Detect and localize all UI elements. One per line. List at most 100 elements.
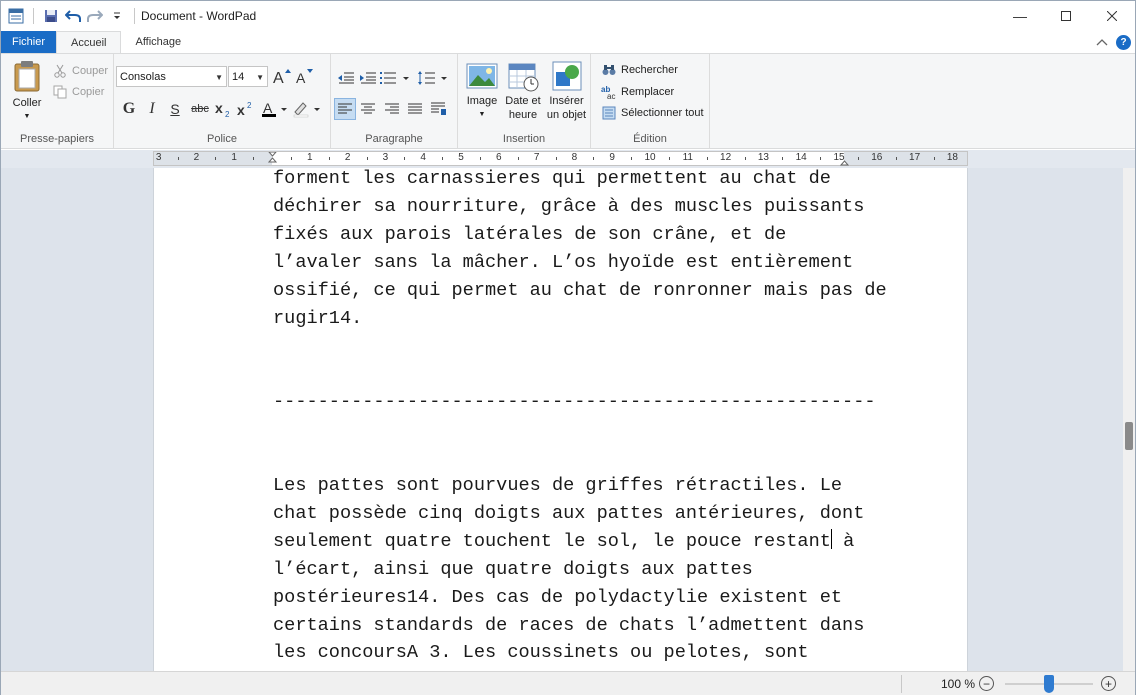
bullet-list-button[interactable]: [379, 67, 413, 89]
text-line: ----------------------------------------…: [273, 391, 876, 413]
align-center-button[interactable]: [357, 98, 379, 120]
wordpad-icon[interactable]: [5, 5, 27, 27]
select-all-button[interactable]: Sélectionner tout: [601, 103, 704, 123]
cut-button[interactable]: Couper: [52, 61, 108, 81]
divider: [901, 675, 902, 693]
svg-text:x: x: [215, 101, 223, 116]
align-left-icon: [338, 103, 352, 114]
insert-datetime-button[interactable]: Date et heure: [503, 60, 543, 122]
font-size-value: 14: [232, 70, 245, 83]
chevron-down-icon: ▼: [23, 113, 31, 120]
bold-button[interactable]: G: [118, 98, 140, 120]
minimize-button[interactable]: —: [997, 1, 1043, 31]
ruler-tick: [895, 157, 897, 160]
line-spacing-button[interactable]: [417, 67, 451, 89]
svg-text:2: 2: [247, 101, 252, 110]
justify-button[interactable]: [404, 98, 426, 120]
zoom-in-button[interactable]: +: [1101, 676, 1116, 691]
scrollbar-thumb[interactable]: [1125, 422, 1133, 450]
ruler[interactable]: 3 2 1 1 2 3 4 5 6 7 8 9 10 11 12 13 14 15 16 17 18: [153, 151, 968, 166]
zoom-out-button[interactable]: −: [979, 676, 994, 691]
insert-image-button[interactable]: Image ▼: [463, 60, 501, 122]
ruler-tick: [366, 157, 368, 160]
text-line: les concoursA 3. Les coussinets ou pelot…: [273, 642, 809, 664]
ruler-tick: [517, 157, 519, 160]
maximize-button[interactable]: [1043, 1, 1089, 31]
italic-button[interactable]: I: [141, 98, 163, 120]
ruler-number: 3: [155, 152, 162, 163]
ruler-tick: [555, 157, 557, 160]
text-line: rugir14.: [273, 307, 363, 329]
collapse-ribbon-icon[interactable]: [1096, 35, 1108, 49]
chevron-down-icon: ▼: [256, 73, 264, 82]
svg-text:ac: ac: [607, 92, 615, 99]
paste-label: Coller: [12, 97, 42, 109]
paragraph-group-label: Paragraphe: [365, 133, 423, 145]
zoom-slider-thumb[interactable]: [1044, 675, 1054, 693]
grow-font-button[interactable]: A: [271, 65, 293, 87]
ruler-tick: [631, 157, 633, 160]
ruler-number: 11: [682, 152, 693, 163]
close-button[interactable]: [1089, 1, 1135, 31]
text-line: forment les carnassieres qui permettent …: [273, 168, 831, 189]
document-page[interactable]: forment les carnassieres qui permettent …: [153, 168, 968, 671]
ruler-tick: [593, 157, 595, 160]
align-left-button[interactable]: [334, 98, 356, 120]
save-icon[interactable]: [40, 5, 62, 27]
text-color-button[interactable]: A: [259, 98, 289, 120]
document-area: forment les carnassieres qui permettent …: [1, 168, 1123, 671]
status-bar: 100 % − +: [1, 671, 1135, 695]
justify-icon: [408, 103, 422, 114]
increase-indent-button[interactable]: [357, 67, 379, 89]
ruler-tick: [744, 157, 746, 160]
font-family-select[interactable]: Consolas ▼: [116, 66, 227, 87]
redo-icon[interactable]: [84, 5, 106, 27]
vertical-scrollbar[interactable]: [1123, 168, 1135, 671]
font-group-label: Police: [207, 133, 237, 145]
find-button[interactable]: Rechercher: [601, 60, 678, 80]
customize-dropdown-icon[interactable]: [106, 5, 128, 27]
text-line: [273, 416, 873, 444]
ruler-number: 12: [720, 152, 732, 163]
ruler-number: 16: [871, 152, 883, 163]
strikethrough-button[interactable]: abc: [187, 98, 213, 120]
ruler-number: 13: [757, 152, 769, 163]
text-line: [273, 360, 873, 388]
paste-button[interactable]: Coller ▼: [9, 60, 45, 124]
text-line: certains standards de races de chats l’a…: [273, 614, 865, 636]
tab-file[interactable]: Fichier: [1, 31, 57, 53]
scissors-icon: [52, 63, 68, 79]
replace-button[interactable]: ab ac Remplacer: [601, 82, 674, 102]
ruler-tick: [933, 157, 935, 160]
highlight-color-button[interactable]: [291, 98, 323, 120]
shrink-font-button[interactable]: A: [293, 65, 315, 87]
superscript-button[interactable]: x2: [235, 98, 257, 120]
ruler-tick: [706, 157, 708, 160]
ruler-tick: [782, 157, 784, 160]
font-size-select[interactable]: 14 ▼: [228, 66, 268, 87]
paragraph-dialog-button[interactable]: [428, 98, 450, 120]
text-line: chat possède cinq doigts aux pattes anté…: [273, 502, 865, 524]
help-button[interactable]: ?: [1116, 34, 1131, 50]
editing-group: Rechercher ab ac Remplacer Sélectionner t…: [591, 54, 710, 148]
text-line: seulement quatre touchent le sol, le pou…: [273, 528, 855, 552]
text-line: l’avaler sans la mâcher. L’os hyoïde est…: [273, 251, 854, 273]
subscript-button[interactable]: x2: [213, 98, 235, 120]
decrease-indent-button[interactable]: [335, 67, 357, 89]
window-controls: —: [997, 1, 1135, 31]
left-indent-marker[interactable]: [267, 151, 278, 169]
copy-button[interactable]: Copier: [52, 82, 104, 102]
align-center-icon: [361, 103, 375, 114]
insert-object-button[interactable]: Insérer un objet: [544, 60, 589, 122]
align-right-button[interactable]: [381, 98, 403, 120]
find-label: Rechercher: [621, 64, 678, 76]
tab-view[interactable]: Affichage: [121, 31, 195, 53]
undo-icon[interactable]: [62, 5, 84, 27]
ruler-tick: [215, 157, 217, 160]
text-line: l’écart, ainsi que quatre doigts aux pat…: [273, 558, 753, 580]
document-text[interactable]: forment les carnassieres qui permettent …: [273, 168, 887, 671]
ruler-number: 9: [609, 152, 615, 163]
svg-text:x: x: [237, 102, 245, 117]
underline-button[interactable]: S: [164, 98, 186, 120]
tab-home[interactable]: Accueil: [56, 31, 122, 53]
